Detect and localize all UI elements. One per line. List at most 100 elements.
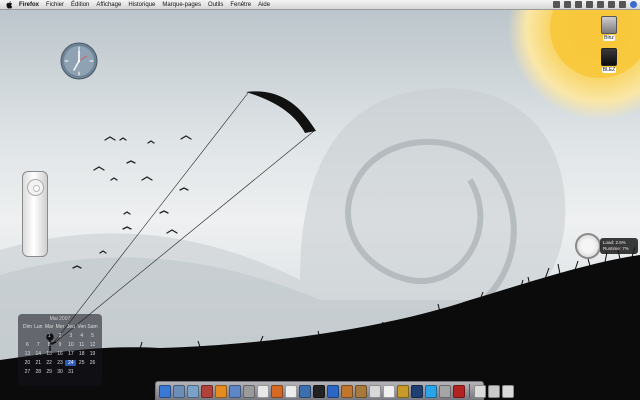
- calendar-day[interactable]: 17: [65, 351, 76, 357]
- calendar-day: [33, 333, 44, 339]
- calendar-day[interactable]: 22: [44, 360, 55, 366]
- calendar-day[interactable]: 8: [44, 342, 55, 348]
- guitar-icon[interactable]: [341, 384, 353, 398]
- ical-icon[interactable]: [369, 384, 381, 398]
- menu-file[interactable]: Fichier: [46, 2, 64, 8]
- calendar-day[interactable]: 23: [55, 360, 66, 366]
- calendar-widget[interactable]: Mai 2007 Dim Lun Mar Mer Jeu Ven Sam 1 2 3 4 5 6 7 8 9 1…: [18, 314, 102, 386]
- spotlight-icon[interactable]: [630, 1, 637, 8]
- calendar-day[interactable]: 24: [65, 360, 77, 366]
- apple-menu-icon[interactable]: [5, 0, 13, 9]
- wow-icon[interactable]: [397, 384, 409, 398]
- documents-stack-icon[interactable]: [474, 384, 486, 398]
- menu-extra-icon[interactable]: [597, 1, 604, 8]
- calendar-day[interactable]: 28: [33, 369, 44, 375]
- calendar-day[interactable]: 30: [55, 369, 66, 375]
- terminal-icon[interactable]: [313, 384, 325, 398]
- trash-icon[interactable]: [502, 384, 514, 398]
- vlc-icon[interactable]: [215, 384, 227, 398]
- hard-drive-icon: [601, 16, 617, 34]
- calendar-weekday: Sam: [87, 324, 98, 330]
- photoshop-icon[interactable]: [411, 384, 423, 398]
- calendar-day[interactable]: 25: [76, 360, 87, 366]
- menu-extra-icon[interactable]: [586, 1, 593, 8]
- calendar-day[interactable]: 6: [22, 342, 33, 348]
- calendar-day[interactable]: 18: [76, 351, 87, 357]
- calendar-day[interactable]: 26: [87, 360, 98, 366]
- calendar-day: [76, 369, 87, 375]
- calendar-day[interactable]: 27: [22, 369, 33, 375]
- ichat-icon[interactable]: [285, 384, 297, 398]
- calendar-day[interactable]: 10: [65, 342, 76, 348]
- dock-separator: [469, 384, 470, 398]
- cpu-gauge-widget[interactable]: Load: 2.5% Runtime: 7%: [573, 232, 640, 260]
- firefox-icon[interactable]: [271, 384, 283, 398]
- calendar-day[interactable]: 9: [55, 342, 66, 348]
- finder-icon[interactable]: [159, 384, 171, 398]
- menu-extra-icon[interactable]: [575, 1, 582, 8]
- flash-icon[interactable]: [453, 384, 465, 398]
- desktop-drive-blnz[interactable]: Blnz: [597, 16, 621, 41]
- calendar-weekday: Mar: [44, 324, 54, 330]
- calendar-weekday: Ven: [77, 324, 87, 330]
- calendar-day[interactable]: 1: [44, 333, 55, 339]
- calendar-day[interactable]: 19: [87, 351, 98, 357]
- kite-graphic: [246, 91, 316, 133]
- menu-bar: Firefox Fichier Édition Affichage Histor…: [0, 0, 640, 10]
- itunes-icon[interactable]: [229, 384, 241, 398]
- calendar-day[interactable]: 14: [33, 351, 44, 357]
- menu-extra-icon[interactable]: [619, 1, 626, 8]
- calendar-day[interactable]: 20: [22, 360, 33, 366]
- calendar-day[interactable]: 11: [76, 342, 87, 348]
- menu-window[interactable]: Fenêtre: [230, 2, 251, 8]
- calendar-day[interactable]: 13: [22, 351, 33, 357]
- ipod-widget[interactable]: [22, 171, 48, 257]
- calendar-weekday: Dim: [22, 324, 32, 330]
- clock-widget[interactable]: [60, 42, 98, 80]
- calendar-day[interactable]: 16: [55, 351, 66, 357]
- desktop-drive-blez[interactable]: BLEZ: [597, 48, 621, 73]
- menu-help[interactable]: Aide: [258, 2, 270, 8]
- menu-view[interactable]: Affichage: [96, 2, 121, 8]
- quicktime-icon[interactable]: [327, 384, 339, 398]
- calendar-grid: Dim Lun Mar Mer Jeu Ven Sam 1 2 3 4 5 6 7 8 9 10 11 12 13 14…: [18, 323, 102, 376]
- textedit-icon[interactable]: [383, 384, 395, 398]
- gauge-dial: [575, 233, 601, 259]
- calendar-day[interactable]: 3: [65, 333, 76, 339]
- menu-extra-icon[interactable]: [608, 1, 615, 8]
- mail-icon[interactable]: [173, 384, 185, 398]
- address-book-icon[interactable]: [355, 384, 367, 398]
- iphoto-icon[interactable]: [187, 384, 199, 398]
- menu-bookmarks[interactable]: Marque-pages: [162, 2, 201, 8]
- menu-extra-icon[interactable]: [564, 1, 571, 8]
- menu-app-name[interactable]: Firefox: [19, 2, 39, 8]
- calendar-day[interactable]: 21: [33, 360, 44, 366]
- menu-extra-icon[interactable]: [553, 1, 560, 8]
- menu-tools[interactable]: Outils: [208, 2, 223, 8]
- skype-icon[interactable]: [425, 384, 437, 398]
- gauge-readout: Load: 2.5% Runtime: 7%: [600, 238, 638, 254]
- calendar-day[interactable]: 29: [44, 369, 55, 375]
- safari-icon[interactable]: [257, 384, 269, 398]
- photobooth-icon[interactable]: [201, 384, 213, 398]
- menu-edit[interactable]: Édition: [71, 2, 89, 8]
- itunes-store-icon[interactable]: [439, 384, 451, 398]
- calendar-day[interactable]: 2: [55, 333, 66, 339]
- applications-stack-icon[interactable]: [488, 384, 500, 398]
- calendar-day[interactable]: 5: [87, 333, 98, 339]
- calendar-day[interactable]: 15: [44, 351, 55, 357]
- calendar-day[interactable]: 7: [33, 342, 44, 348]
- click-wheel[interactable]: [27, 179, 44, 196]
- calendar-day[interactable]: 12: [87, 342, 98, 348]
- aperture-icon[interactable]: [299, 384, 311, 398]
- calendar-day: [22, 333, 33, 339]
- gauge-line-2: Runtime: 7%: [603, 246, 629, 251]
- calendar-day[interactable]: 31: [65, 369, 76, 375]
- calendar-day[interactable]: 4: [76, 333, 87, 339]
- calendar-day: [87, 369, 98, 375]
- menu-history[interactable]: Historique: [128, 2, 155, 8]
- calendar-weekday: Jeu: [66, 324, 75, 330]
- drive-label: BLEZ: [601, 67, 617, 73]
- calendar-weekday: Lun: [34, 324, 43, 330]
- gear-icon[interactable]: [243, 384, 255, 398]
